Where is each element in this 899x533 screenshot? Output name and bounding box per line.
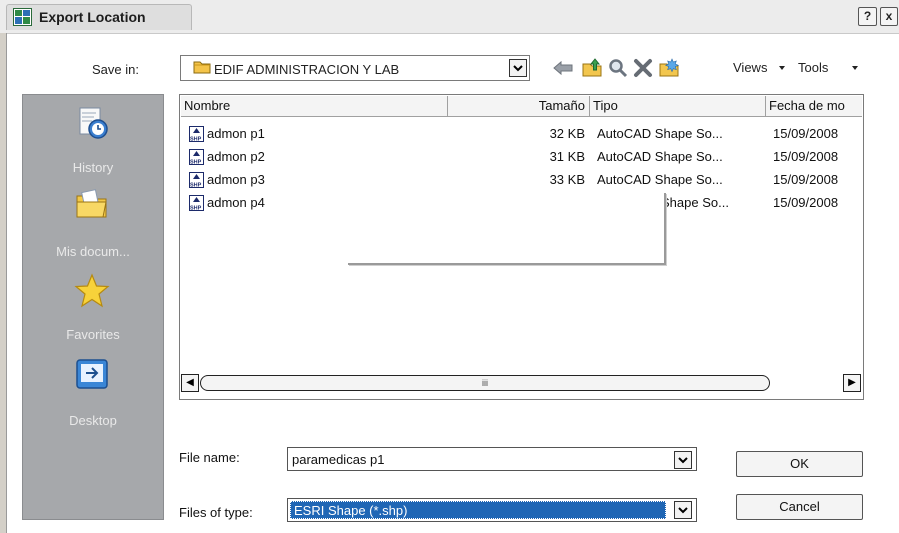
file-date: 15/09/2008	[773, 126, 839, 141]
places-favorites-label[interactable]: Favorites	[22, 327, 164, 342]
file-type-value: ESRI Shape (*.shp)	[290, 501, 666, 519]
tooltip-popup	[348, 193, 666, 265]
svg-text:SHP: SHP	[190, 206, 202, 212]
table-row[interactable]: SHP admon p2 31 KB AutoCAD Shape So... 1…	[181, 147, 862, 167]
places-history-label[interactable]: History	[22, 160, 164, 175]
file-size: 31 KB	[549, 149, 585, 164]
file-size: 32 KB	[549, 126, 585, 141]
svg-text:SHP: SHP	[190, 160, 202, 166]
file-name: admon p3	[207, 172, 265, 187]
file-date: 15/09/2008	[773, 172, 839, 187]
chevron-down-icon	[678, 506, 688, 513]
search-web-icon[interactable]	[606, 56, 630, 80]
views-dropdown-icon	[779, 66, 785, 70]
views-menu[interactable]: Views	[733, 60, 767, 75]
back-arrow-icon[interactable]	[551, 56, 575, 80]
up-folder-icon[interactable]	[580, 56, 604, 80]
history-icon[interactable]	[74, 105, 110, 141]
file-date: 15/09/2008	[773, 149, 839, 164]
desktop-icon[interactable]	[74, 357, 110, 393]
favorites-star-icon[interactable]	[74, 273, 110, 309]
title-tab: Export Location	[6, 4, 192, 30]
column-header-name[interactable]: Nombre	[181, 96, 448, 116]
file-name-value: paramedicas p1	[292, 452, 385, 467]
places-desktop-label[interactable]: Desktop	[22, 413, 164, 428]
window-title: Export Location	[39, 9, 146, 25]
places-my-documents-label[interactable]: Mis docum...	[22, 244, 164, 259]
shp-file-icon: SHP	[189, 126, 204, 142]
svg-text:SHP: SHP	[190, 183, 202, 189]
app-icon	[13, 8, 32, 26]
file-size: 33 KB	[549, 172, 585, 187]
chevron-down-icon	[513, 64, 523, 71]
new-folder-icon[interactable]	[657, 56, 681, 80]
svg-text:SHP: SHP	[190, 137, 202, 143]
cancel-button[interactable]: Cancel	[736, 494, 863, 520]
my-documents-icon[interactable]	[74, 186, 110, 222]
file-type-dropdown-button[interactable]	[674, 501, 692, 519]
save-in-label: Save in:	[92, 62, 139, 77]
file-type: AutoCAD Shape So...	[597, 126, 723, 141]
shp-file-icon: SHP	[189, 195, 204, 211]
column-header-type[interactable]: Tipo	[590, 96, 766, 116]
shp-file-icon: SHP	[189, 149, 204, 165]
file-type: AutoCAD Shape So...	[597, 172, 723, 187]
help-button[interactable]: ?	[858, 7, 877, 26]
file-type: Shape So...	[661, 195, 729, 210]
chevron-down-icon	[678, 456, 688, 463]
table-row[interactable]: SHP admon p3 33 KB AutoCAD Shape So... 1…	[181, 170, 862, 190]
scroll-thumb[interactable]: iii	[200, 375, 770, 391]
shp-file-icon: SHP	[189, 172, 204, 188]
table-row[interactable]: SHP admon p1 32 KB AutoCAD Shape So... 1…	[181, 124, 862, 144]
scroll-left-button[interactable]: ◀	[181, 374, 199, 392]
window-left-border	[0, 33, 7, 533]
close-button[interactable]: x	[880, 7, 898, 26]
column-header-size[interactable]: Tamaño	[448, 96, 590, 116]
save-in-value: EDIF ADMINISTRACION Y LAB	[214, 62, 400, 77]
file-name: admon p1	[207, 126, 265, 141]
delete-icon[interactable]	[631, 56, 655, 80]
file-type-label: Files of type:	[179, 505, 253, 520]
tools-dropdown-icon	[852, 66, 858, 70]
file-type: AutoCAD Shape So...	[597, 149, 723, 164]
file-name: admon p2	[207, 149, 265, 164]
file-date: 15/09/2008	[773, 195, 839, 210]
save-in-dropdown-button[interactable]	[509, 59, 527, 77]
file-name-label: File name:	[179, 450, 240, 465]
folder-icon	[193, 61, 211, 74]
ok-button[interactable]: OK	[736, 451, 863, 477]
scroll-right-button[interactable]: ▶	[843, 374, 861, 392]
file-name-dropdown-button[interactable]	[674, 451, 692, 469]
tools-menu[interactable]: Tools	[798, 60, 828, 75]
column-header-date[interactable]: Fecha de mo	[766, 96, 862, 116]
file-name: admon p4	[207, 195, 265, 210]
